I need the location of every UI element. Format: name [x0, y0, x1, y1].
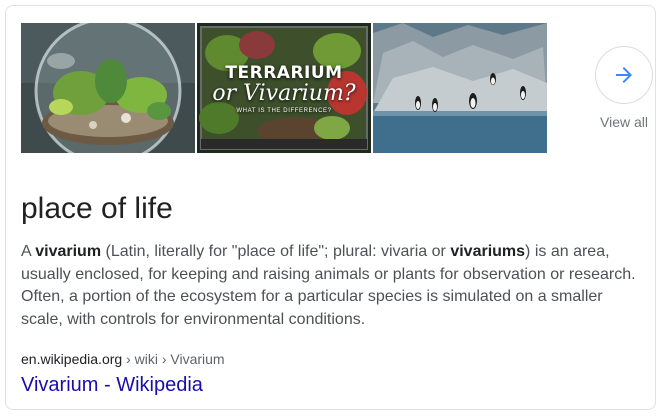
- answer-description: A vivarium (Latin, literally for "place …: [21, 241, 646, 331]
- source-path: › wiki › Vivarium: [122, 351, 225, 367]
- desc-bold-vivarium: vivarium: [35, 243, 102, 260]
- image-strip: TERRARIUM or Vivarium? WHAT IS THE DIFFE…: [21, 23, 549, 153]
- vivarium-tank-picture: [197, 23, 371, 153]
- image-terrarium-globe[interactable]: [21, 23, 195, 153]
- source-domain: en.wikipedia.org: [21, 351, 123, 367]
- desc-bold-vivariums: vivariums: [450, 243, 526, 260]
- arrow-right-icon: [616, 67, 632, 83]
- next-images-button[interactable]: [595, 46, 653, 104]
- desc-text-1: A: [21, 243, 36, 260]
- penguin-exhibit-picture: [373, 23, 547, 153]
- knowledge-card: TERRARIUM or Vivarium? WHAT IS THE DIFFE…: [5, 5, 656, 410]
- view-all-link[interactable]: View all: [595, 114, 653, 130]
- image-penguin-exhibit[interactable]: [373, 23, 547, 153]
- wikipedia-result-link[interactable]: Vivarium - Wikipedia: [21, 374, 203, 397]
- source-breadcrumb: en.wikipedia.org › wiki › Vivarium: [21, 351, 225, 367]
- answer-title: place of life: [21, 192, 173, 225]
- desc-text-2: (Latin, literally for "place of life"; p…: [101, 243, 451, 260]
- image-terrarium-vs-vivarium[interactable]: TERRARIUM or Vivarium? WHAT IS THE DIFFE…: [197, 23, 371, 153]
- terrarium-globe-picture: [21, 23, 195, 153]
